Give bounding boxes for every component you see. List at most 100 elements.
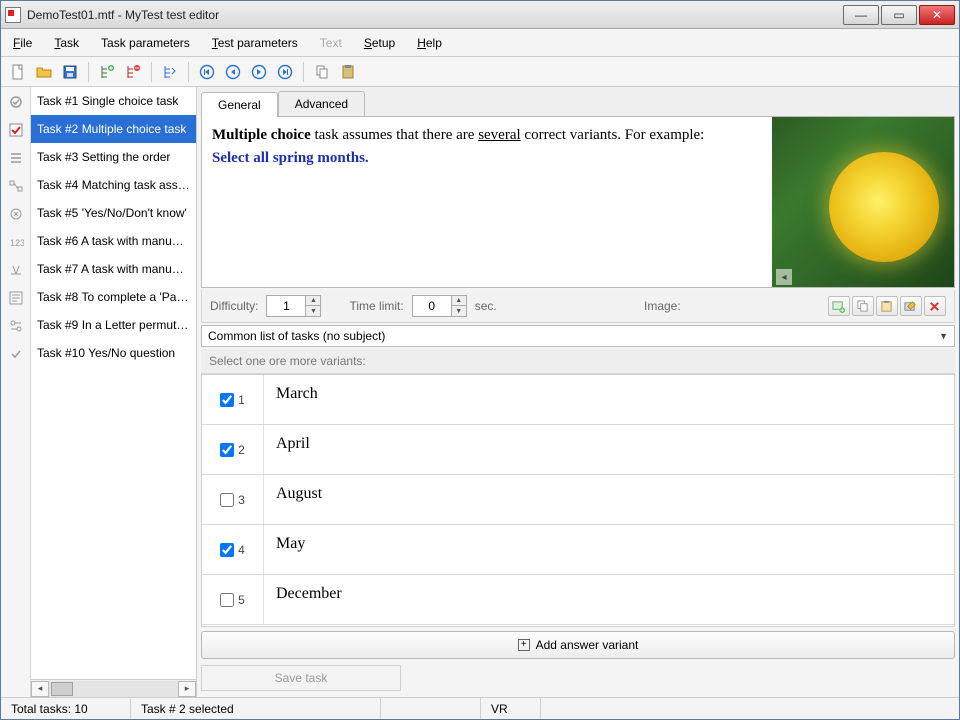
status-total: Total tasks: 10 xyxy=(1,698,131,719)
variant-text[interactable]: December xyxy=(264,575,954,624)
main-panel: General Advanced Multiple choice task as… xyxy=(197,87,959,697)
variants-hint: Select one ore more variants: xyxy=(201,349,955,374)
task-item[interactable]: Task #9 In a Letter permutation xyxy=(31,311,196,339)
task-item[interactable]: Task #5 'Yes/No/Don't know' xyxy=(31,199,196,227)
add-variant-button[interactable]: + Add answer variant xyxy=(201,631,955,659)
task-item[interactable]: Task #3 Setting the order xyxy=(31,143,196,171)
task-description-text[interactable]: Multiple choice task assumes that there … xyxy=(202,117,772,287)
svg-text:123: 123 xyxy=(10,238,24,248)
type-multiple-choice-icon[interactable] xyxy=(5,119,27,141)
task-item[interactable]: Task #7 A task with manual input xyxy=(31,255,196,283)
image-copy-button[interactable] xyxy=(852,296,874,316)
task-item[interactable]: Task #10 Yes/No question xyxy=(31,339,196,367)
nav-first-icon[interactable] xyxy=(196,61,218,83)
plus-icon: + xyxy=(518,639,530,651)
menu-text: Text xyxy=(314,32,348,54)
menu-file[interactable]: File xyxy=(7,32,38,54)
task-item[interactable]: Task #4 Matching task assignment xyxy=(31,171,196,199)
status-selected: Task # 2 selected xyxy=(131,698,381,719)
variant-checkbox[interactable] xyxy=(220,443,234,457)
difficulty-stepper[interactable]: ▲▼ xyxy=(266,295,321,317)
difficulty-label: Difficulty: xyxy=(210,299,258,313)
image-add-button[interactable] xyxy=(828,296,850,316)
variant-row: 4 May xyxy=(202,525,954,575)
variant-number: 4 xyxy=(238,543,245,557)
menu-help[interactable]: Help xyxy=(411,32,448,54)
variant-row: 3 August xyxy=(202,475,954,525)
subject-dropdown[interactable]: Common list of tasks (no subject) ▼ xyxy=(201,325,955,347)
variant-checkbox[interactable] xyxy=(220,393,234,407)
task-item[interactable]: Task #1 Single choice task xyxy=(31,87,196,115)
status-vr: VR xyxy=(481,698,541,719)
task-image[interactable]: ◂ xyxy=(772,117,954,287)
variant-row: 1 March xyxy=(202,375,954,425)
image-edit-button[interactable] xyxy=(900,296,922,316)
titlebar: DemoTest01.mtf - MyTest test editor — ▭ … xyxy=(1,1,959,29)
tab-advanced[interactable]: Advanced xyxy=(278,91,365,116)
image-prev-icon[interactable]: ◂ xyxy=(776,269,792,285)
image-label: Image: xyxy=(644,299,681,313)
menu-task[interactable]: Task xyxy=(48,32,85,54)
variant-text[interactable]: March xyxy=(264,375,954,424)
variant-text[interactable]: August xyxy=(264,475,954,524)
variant-number: 1 xyxy=(238,393,245,407)
variant-row: 5 December xyxy=(202,575,954,625)
variant-text[interactable]: April xyxy=(264,425,954,474)
menu-task-parameters[interactable]: Task parameters xyxy=(95,32,196,54)
image-delete-button[interactable] xyxy=(924,296,946,316)
toolbar xyxy=(1,57,959,87)
close-button[interactable]: ✕ xyxy=(919,5,955,25)
task-item[interactable]: Task #6 A task with manual input xyxy=(31,227,196,255)
statusbar: Total tasks: 10 Task # 2 selected VR xyxy=(1,697,959,719)
timelimit-stepper[interactable]: ▲▼ xyxy=(412,295,467,317)
save-file-icon[interactable] xyxy=(59,61,81,83)
task-item[interactable]: Task #8 To complete a 'Paragraph' xyxy=(31,283,196,311)
sec-label: sec. xyxy=(475,299,497,313)
type-manual-number-icon[interactable]: 123 xyxy=(5,231,27,253)
tree-remove-icon[interactable] xyxy=(122,61,144,83)
type-ordering-icon[interactable] xyxy=(5,147,27,169)
type-matching-icon[interactable] xyxy=(5,175,27,197)
task-list-panel: Task #1 Single choice taskTask #2 Multip… xyxy=(31,87,197,697)
type-single-choice-icon[interactable] xyxy=(5,91,27,113)
type-manual-text-icon[interactable] xyxy=(5,259,27,281)
menu-setup[interactable]: Setup xyxy=(358,32,401,54)
paste-icon[interactable] xyxy=(337,61,359,83)
maximize-button[interactable]: ▭ xyxy=(881,5,917,25)
variant-row: 2 April xyxy=(202,425,954,475)
variant-number: 2 xyxy=(238,443,245,457)
app-window: DemoTest01.mtf - MyTest test editor — ▭ … xyxy=(0,0,960,720)
chevron-down-icon: ▼ xyxy=(939,331,948,341)
task-params-bar: Difficulty: ▲▼ Time limit: ▲▼ sec. Image… xyxy=(201,290,955,323)
task-list-scrollbar[interactable]: ◂▸ xyxy=(31,679,196,697)
copy-icon[interactable] xyxy=(311,61,333,83)
minimize-button[interactable]: — xyxy=(843,5,879,25)
variant-number: 5 xyxy=(238,593,245,607)
variant-number: 3 xyxy=(238,493,245,507)
menu-test-parameters[interactable]: Test parameters xyxy=(206,32,304,54)
new-file-icon[interactable] xyxy=(7,61,29,83)
nav-prev-icon[interactable] xyxy=(222,61,244,83)
variant-checkbox[interactable] xyxy=(220,493,234,507)
task-item[interactable]: Task #2 Multiple choice task xyxy=(31,115,196,143)
task-description: Multiple choice task assumes that there … xyxy=(201,116,955,288)
save-task-button: Save task xyxy=(201,665,401,691)
type-permutation-icon[interactable] xyxy=(5,315,27,337)
variant-checkbox[interactable] xyxy=(220,593,234,607)
variant-text[interactable]: May xyxy=(264,525,954,574)
open-file-icon[interactable] xyxy=(33,61,55,83)
nav-next-icon[interactable] xyxy=(248,61,270,83)
task-type-rail: 123 xyxy=(1,87,31,697)
variant-checkbox[interactable] xyxy=(220,543,234,557)
tab-general[interactable]: General xyxy=(201,92,278,117)
nav-last-icon[interactable] xyxy=(274,61,296,83)
image-paste-button[interactable] xyxy=(876,296,898,316)
tree-add-icon[interactable] xyxy=(96,61,118,83)
app-icon xyxy=(5,7,21,23)
timelimit-label: Time limit: xyxy=(349,299,403,313)
type-boolean-icon[interactable] xyxy=(5,343,27,365)
tree-expand-icon[interactable] xyxy=(159,61,181,83)
type-paragraph-icon[interactable] xyxy=(5,287,27,309)
menubar: File Task Task parameters Test parameter… xyxy=(1,29,959,57)
type-yesno-icon[interactable] xyxy=(5,203,27,225)
